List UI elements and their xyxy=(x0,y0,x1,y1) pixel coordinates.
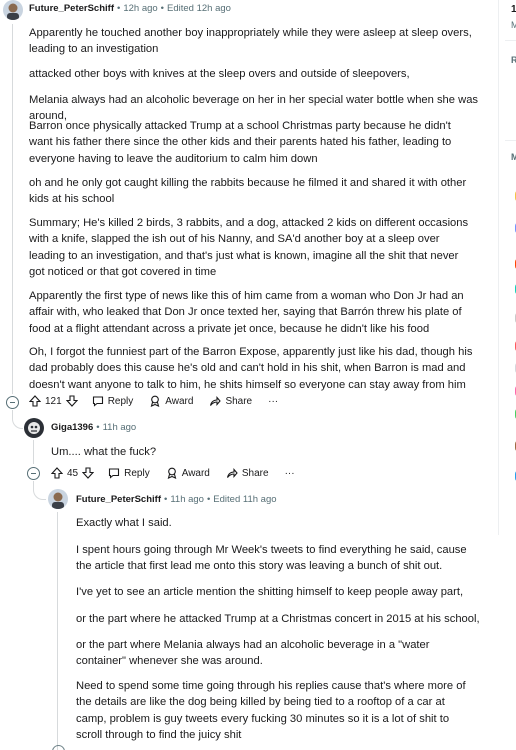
timestamp: 11h ago xyxy=(170,494,204,505)
username-link[interactable]: Giga1396 xyxy=(51,422,93,433)
divider xyxy=(505,40,516,41)
vote-count: 121 xyxy=(45,395,62,407)
thread-line[interactable] xyxy=(57,512,58,750)
avatar[interactable] xyxy=(3,0,23,20)
award-button[interactable]: Award xyxy=(149,395,193,407)
share-button[interactable]: Share xyxy=(209,395,252,407)
right-sidebar: 1 M RU M xyxy=(498,0,516,750)
comment-paragraph: I've yet to see an article mention the s… xyxy=(76,586,464,598)
speech-bubble-icon xyxy=(109,468,120,479)
comment-paragraph: Oh, I forgot the funniest part of the Ba… xyxy=(29,346,473,391)
comment-paragraph: Um.... what the fuck? xyxy=(51,446,157,458)
comment-actions: 121 Reply Award Share ··· xyxy=(29,392,294,410)
edited-label: Edited 12h ago xyxy=(167,3,231,14)
avatar-icon xyxy=(3,0,23,20)
comment-paragraph: attacked other boys with knives at the s… xyxy=(29,68,410,80)
award-icon xyxy=(167,467,177,479)
speech-bubble-icon xyxy=(92,396,103,407)
upvote-icon[interactable] xyxy=(29,395,41,407)
more-options-button[interactable]: ··· xyxy=(268,396,278,407)
collapse-button[interactable] xyxy=(27,467,40,480)
comment-meta: Future_PeterSchiff • 12h ago • Edited 12h ag… xyxy=(29,3,231,14)
collapse-button[interactable] xyxy=(6,396,19,409)
avatar-icon xyxy=(48,489,68,509)
downvote-icon[interactable] xyxy=(82,467,95,479)
comment-paragraph: Exactly what I said. xyxy=(76,517,172,529)
reply-button[interactable]: Reply xyxy=(92,395,133,407)
award-button[interactable]: Award xyxy=(166,467,210,479)
comment-paragraph: oh and he only got caught killing the ra… xyxy=(29,177,467,206)
reply-button[interactable]: Reply xyxy=(108,467,150,479)
thread-line[interactable] xyxy=(33,440,34,464)
sidebar-section-label: M xyxy=(511,152,516,162)
username-link[interactable]: Future_PeterSchiff xyxy=(29,3,114,14)
more-options-button[interactable]: ··· xyxy=(285,468,295,479)
comment-meta: Future_PeterSchiff • 11h ago • Edited 11h ag… xyxy=(76,494,277,505)
thread-connector xyxy=(12,410,23,429)
username-link[interactable]: Future_PeterSchiff xyxy=(76,494,161,505)
comment-paragraph: or the part where Melania always had an … xyxy=(76,639,430,668)
edited-label: Edited 11h ago xyxy=(213,494,277,505)
share-icon xyxy=(226,468,238,478)
thread-line[interactable] xyxy=(12,24,13,394)
avatar-icon xyxy=(24,418,44,438)
share-icon xyxy=(210,396,222,406)
timestamp: 11h ago xyxy=(102,422,137,433)
comment-paragraph: Need to spend some time going through hi… xyxy=(76,680,466,741)
comment-actions: 45 Reply Award Share ··· xyxy=(51,464,311,482)
avatar[interactable] xyxy=(48,489,68,509)
divider xyxy=(505,140,516,141)
sidebar-title: 1 xyxy=(511,4,516,15)
sidebar-subtitle: M xyxy=(511,20,516,30)
comment-meta: Giga1396 • 11h ago xyxy=(51,422,137,433)
timestamp: 12h ago xyxy=(123,3,158,14)
vote-group: 121 xyxy=(29,395,78,407)
comment-paragraph: Barron once physically attacked Trump at… xyxy=(29,120,452,165)
avatar[interactable] xyxy=(24,418,44,438)
sidebar-section-label: RU xyxy=(511,55,516,65)
comment-paragraph: Apparently the first type of news like t… xyxy=(29,290,464,335)
award-icon xyxy=(150,395,160,407)
comment-paragraph: or the part where he attacked Trump at a… xyxy=(76,613,480,625)
comment-paragraph: I spent hours going through Mr Week's tw… xyxy=(76,544,467,573)
downvote-icon[interactable] xyxy=(65,395,78,407)
comment-actions-partial xyxy=(52,742,75,750)
thread-connector xyxy=(33,481,46,500)
comment-thread: Future_PeterSchiff • 12h ago • Edited 12h ag… xyxy=(0,0,492,750)
vote-count: 45 xyxy=(67,467,79,479)
comment-paragraph: Apparently he touched another boy inappr… xyxy=(29,27,472,56)
comment-paragraph: Summary; He's killed 2 birds, 3 rabbits,… xyxy=(29,217,469,278)
collapse-button[interactable] xyxy=(52,744,65,750)
vote-group: 45 xyxy=(51,467,95,479)
share-button[interactable]: Share xyxy=(226,467,269,479)
upvote-icon[interactable] xyxy=(51,467,63,479)
sidebar-card: 1 M RU M xyxy=(498,0,516,535)
